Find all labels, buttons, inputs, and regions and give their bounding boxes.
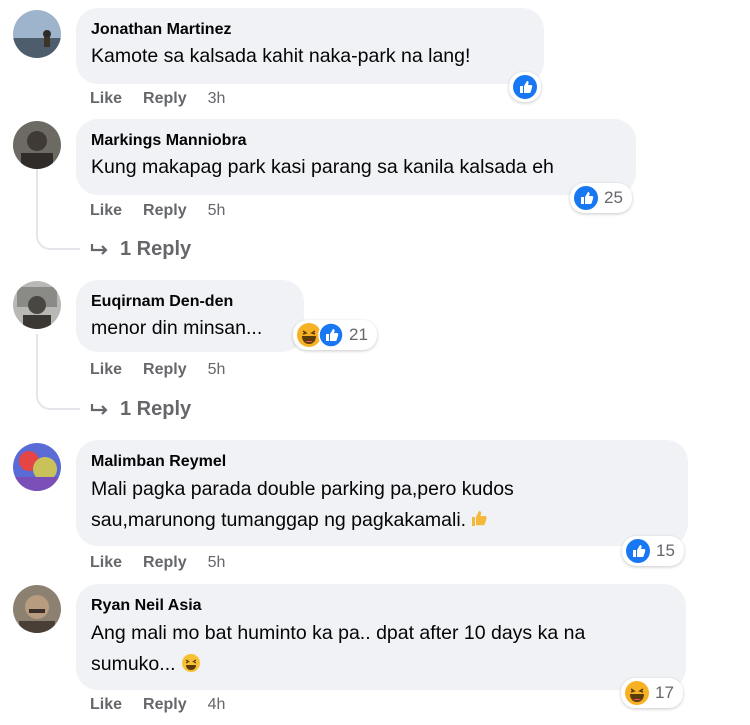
- comment-author[interactable]: Jonathan Martinez: [91, 20, 528, 40]
- avatar[interactable]: [13, 585, 61, 633]
- comment-author[interactable]: Ryan Neil Asia: [91, 596, 670, 616]
- avatar[interactable]: [13, 281, 61, 329]
- comment-time[interactable]: 3h: [208, 89, 226, 109]
- comment-author[interactable]: Malimban Reymel: [91, 452, 672, 472]
- comment-text-line: sumuko...: [91, 653, 176, 675]
- comment-author[interactable]: Euqirnam Den-den: [91, 292, 288, 312]
- comment-text: Ang mali mo bat huminto ka pa.. dpat aft…: [91, 618, 670, 683]
- comment-text-line: Mali pagka parada double parking pa,pero…: [91, 478, 514, 500]
- avatar[interactable]: [13, 121, 61, 169]
- comment-text-line: sau,marunong tumanggap ng pagkakamali.: [91, 509, 467, 531]
- view-replies-link[interactable]: 1 Reply: [90, 398, 191, 421]
- comment-author[interactable]: Markings Manniobra: [91, 131, 620, 151]
- comment-bubble: Euqirnam Den-den menor din minsan...: [76, 280, 304, 352]
- comment-text: Kamote sa kalsada kahit naka-park na lan…: [91, 45, 471, 67]
- laughing-emoji-icon: [181, 652, 201, 683]
- comment-actions: Like Reply 4h: [90, 695, 225, 715]
- like-button[interactable]: Like: [90, 553, 122, 573]
- comment-time[interactable]: 5h: [208, 201, 226, 221]
- thread-branch: [36, 376, 80, 410]
- comment-text: menor din minsan...: [91, 317, 263, 339]
- comment-bubble: Malimban Reymel Mali pagka parada double…: [76, 440, 688, 546]
- reply-arrow-icon: [90, 403, 108, 415]
- reply-button[interactable]: Reply: [143, 553, 187, 573]
- reaction-count: 15: [656, 541, 675, 560]
- reaction-count: 17: [655, 683, 674, 702]
- thread-branch: [36, 216, 80, 250]
- comment-bubble: Ryan Neil Asia Ang mali mo bat huminto k…: [76, 584, 686, 690]
- replies-label: 1 Reply: [120, 238, 192, 260]
- reaction-summary[interactable]: 15: [622, 536, 684, 566]
- reaction-count: 21: [349, 325, 368, 344]
- comment-bubble: Jonathan Martinez Kamote sa kalsada kahi…: [76, 8, 544, 84]
- reply-arrow-icon: [90, 243, 108, 255]
- thumbs-up-emoji-icon: [469, 507, 489, 538]
- comment-actions: Like Reply 5h: [90, 360, 225, 380]
- view-replies-link[interactable]: 1 Reply: [90, 238, 191, 261]
- reaction-summary[interactable]: [509, 72, 541, 102]
- comment-time[interactable]: 4h: [208, 695, 226, 715]
- comment-time[interactable]: 5h: [208, 360, 226, 380]
- reaction-summary[interactable]: 25: [570, 183, 632, 213]
- like-button[interactable]: Like: [90, 201, 122, 221]
- reaction-summary[interactable]: 17: [621, 678, 683, 708]
- like-reaction-icon: [318, 322, 344, 348]
- comment-actions: Like Reply 3h: [90, 89, 225, 109]
- reply-button[interactable]: Reply: [143, 201, 187, 221]
- comment-text: Kung makapag park kasi parang sa kanila …: [91, 156, 554, 178]
- comment-actions: Like Reply 5h: [90, 201, 225, 221]
- reply-button[interactable]: Reply: [143, 360, 187, 380]
- comment-text: Mali pagka parada double parking pa,pero…: [91, 474, 672, 538]
- like-reaction-icon: [573, 185, 599, 211]
- comment-actions: Like Reply 5h: [90, 553, 225, 573]
- thread-line: [36, 168, 38, 216]
- like-button[interactable]: Like: [90, 89, 122, 109]
- comment-bubble: Markings Manniobra Kung makapag park kas…: [76, 119, 636, 195]
- avatar[interactable]: [13, 443, 61, 491]
- like-button[interactable]: Like: [90, 360, 122, 380]
- like-reaction-icon: [625, 538, 651, 564]
- like-button[interactable]: Like: [90, 695, 122, 715]
- avatar[interactable]: [13, 10, 61, 58]
- reply-button[interactable]: Reply: [143, 695, 187, 715]
- comment-time[interactable]: 5h: [208, 553, 226, 573]
- thread-line: [36, 334, 38, 376]
- like-reaction-icon: [512, 74, 538, 100]
- reaction-count: 25: [604, 188, 623, 207]
- replies-label: 1 Reply: [120, 398, 192, 420]
- reaction-summary[interactable]: 21: [293, 320, 377, 350]
- haha-reaction-icon: [624, 680, 650, 706]
- reply-button[interactable]: Reply: [143, 89, 187, 109]
- comment-text-line: Ang mali mo bat huminto ka pa.. dpat aft…: [91, 622, 586, 644]
